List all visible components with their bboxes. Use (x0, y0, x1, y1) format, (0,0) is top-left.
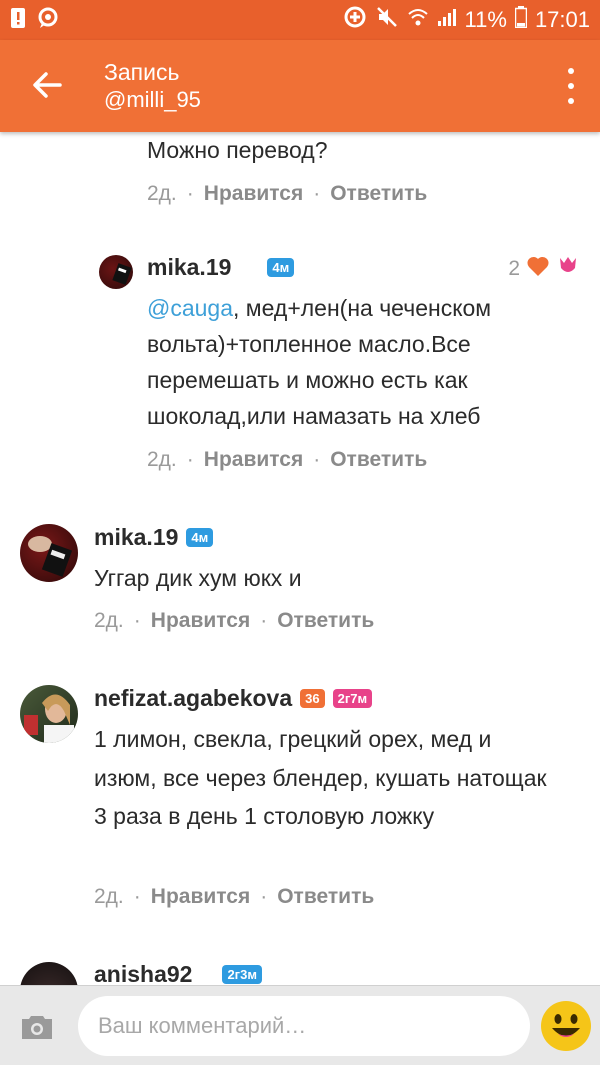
user-age-badge: 36 (300, 689, 325, 708)
comment-author[interactable]: anisha92 (94, 961, 192, 985)
like-action[interactable]: Нравится (204, 182, 303, 206)
arrow-back-icon (33, 72, 62, 98)
camera-icon (22, 1016, 52, 1039)
user-badge: 4м (186, 528, 214, 547)
emoji-button[interactable] (540, 1000, 592, 1052)
comment-input[interactable] (98, 1013, 530, 1039)
signal-icon (437, 7, 457, 33)
comment-text: 1 лимон, свекла, грецкий орех, мед и изю… (94, 726, 547, 829)
comment-age: 2д. (147, 448, 177, 471)
comment-age: 2д. (147, 182, 177, 205)
comment-input-box[interactable] (78, 996, 530, 1056)
comment-author[interactable]: mika.19 (147, 254, 231, 281)
clock: 17:01 (534, 7, 590, 32)
avatar[interactable] (20, 685, 78, 743)
like-action[interactable]: Нравится (151, 609, 250, 633)
comment-author[interactable]: mika.19 (94, 524, 178, 551)
page-subtitle[interactable]: @milli_95 (104, 86, 201, 114)
chat-icon (36, 7, 60, 34)
avatar[interactable] (20, 962, 78, 985)
reply-action[interactable]: Ответить (277, 885, 374, 909)
battery-icon (514, 6, 528, 34)
comment-item: Можно перевод? 2д. · Нравится · Ответить (147, 132, 587, 206)
smiley-icon (541, 1001, 591, 1051)
tulip-reaction-icon (556, 254, 580, 283)
reply-action[interactable]: Ответить (330, 182, 427, 206)
mute-icon (375, 5, 399, 35)
comment-text: Уггар дик хум юкх и (94, 565, 302, 591)
app-bar: Запись @milli_95 (0, 40, 600, 132)
comment-text: @cauga, мед+лен(на чеченском вольта)+топ… (147, 295, 492, 429)
reply-action[interactable]: Ответить (330, 448, 427, 472)
alert-icon (10, 7, 26, 34)
comments-list[interactable]: Можно перевод? 2д. · Нравится · Ответить… (0, 132, 600, 985)
comment-composer (0, 985, 600, 1065)
like-action[interactable]: Нравится (151, 885, 250, 909)
wifi-icon (407, 6, 429, 34)
like-count: 2 (508, 256, 520, 280)
like-action[interactable]: Нравится (204, 448, 303, 472)
comment-author[interactable]: nefizat.agabekova (94, 685, 292, 712)
user-badge: 2г7м (332, 689, 373, 708)
heart-reaction-icon (526, 255, 550, 282)
data-saver-icon (343, 5, 367, 35)
more-menu-button[interactable] (566, 68, 576, 104)
back-button[interactable] (30, 68, 64, 102)
avatar[interactable] (20, 524, 78, 582)
more-vert-icon (568, 68, 574, 74)
camera-button[interactable] (20, 1014, 54, 1040)
avatar[interactable] (99, 255, 133, 289)
page-title: Запись (104, 59, 180, 85)
status-bar: 11% 17:01 (0, 0, 600, 40)
comment-age: 2д. (94, 885, 124, 908)
user-badge: 2г3м (222, 965, 262, 984)
user-badge: 4м (267, 258, 295, 277)
comment-age: 2д. (94, 609, 124, 632)
comment-text: Можно перевод? (147, 137, 328, 163)
battery-percent: 11% (464, 7, 507, 32)
mention-link[interactable]: @cauga (147, 295, 233, 321)
reply-action[interactable]: Ответить (277, 609, 374, 633)
